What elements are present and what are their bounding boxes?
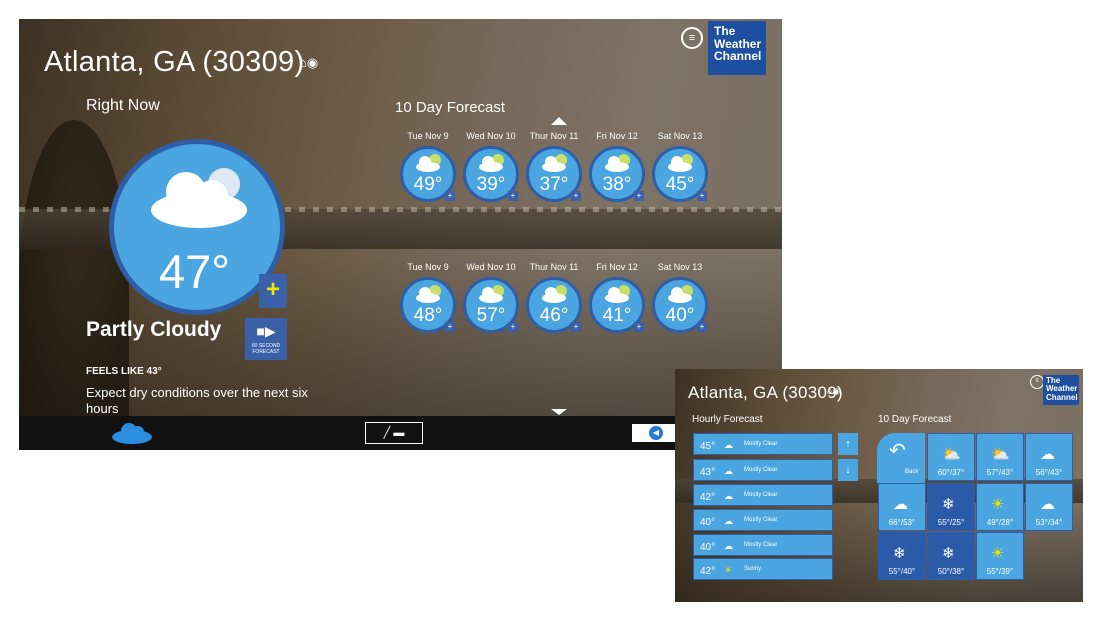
back-arrow-icon: ↶ xyxy=(889,440,906,462)
forecast-description: Expect dry conditions over the next six … xyxy=(86,385,308,416)
cloud-icon[interactable] xyxy=(111,420,153,444)
cloud-icon: ☁ xyxy=(724,466,733,476)
right-now-label: Right Now xyxy=(86,97,160,114)
forecast-day[interactable]: Tue Nov 9 48° + xyxy=(400,262,456,333)
cloud-icon: ☁ xyxy=(724,491,733,501)
plus-icon: + xyxy=(508,191,518,201)
plus-icon: + xyxy=(571,191,581,201)
plus-icon: + xyxy=(571,322,581,332)
plus-icon: + xyxy=(634,322,644,332)
ten-day-title: 10 Day Forecast xyxy=(395,99,506,116)
forecast-tile[interactable]: ☀ 55°/39° xyxy=(976,532,1024,580)
details-plus-button[interactable]: + xyxy=(259,274,287,308)
ten-day-title: 10 Day Forecast xyxy=(878,414,952,425)
snow-icon: ❄ xyxy=(942,545,955,562)
forecast-day[interactable]: Sat Nov 13 45° + xyxy=(652,131,708,202)
partly-cloudy-icon xyxy=(151,168,247,228)
location-title: Atlanta, GA (30309) xyxy=(44,46,305,78)
forecast-row-1: Tue Nov 9 49° + Wed Nov 10 39° + Thur Nov … xyxy=(400,131,708,202)
condition-label: Partly Cloudy xyxy=(86,318,222,341)
back-arrow-icon: ◀ xyxy=(649,426,663,440)
forecast-tile[interactable]: ☁ 53°/34° xyxy=(1025,483,1073,531)
partly-cloudy-icon xyxy=(605,285,630,303)
forecast-tile[interactable]: ☁ 56°/43° xyxy=(1025,433,1073,481)
plus-icon: + xyxy=(697,322,707,332)
forecast-tile[interactable]: ☀ 49°/28° xyxy=(976,483,1024,531)
video-forecast-button[interactable]: ■▶ 60 SECOND FORECAST xyxy=(245,318,287,360)
forecast-day[interactable]: Fri Nov 12 41° + xyxy=(589,262,645,333)
forecast-day[interactable]: Tue Nov 9 49° + xyxy=(400,131,456,202)
feels-like: FEELS LIKE 43° xyxy=(86,366,162,377)
forecast-tile[interactable]: ⛅ 60°/37° xyxy=(927,433,975,481)
snow-icon: ❄ xyxy=(942,496,955,513)
partly-cloudy-icon xyxy=(542,154,567,172)
hourly-forecast-title: Hourly Forecast xyxy=(692,414,763,425)
partly-cloudy-icon xyxy=(668,154,693,172)
plus-icon: + xyxy=(445,191,455,201)
plus-icon: + xyxy=(634,191,644,201)
home-pin-icon[interactable]: ⌂◉ xyxy=(827,386,840,397)
plus-icon: + xyxy=(697,191,707,201)
forecast-tile[interactable]: ☁ 66°/53° xyxy=(878,483,926,531)
back-tile[interactable]: ↶ Back xyxy=(877,433,925,483)
scroll-down-button[interactable]: ↓ xyxy=(838,459,858,481)
partly-cloudy-icon xyxy=(416,285,441,303)
forecast-tile[interactable]: ⛅ 57°/43° xyxy=(976,433,1024,481)
cloud-icon: ☁ xyxy=(724,541,733,551)
partly-cloudy-icon xyxy=(479,285,504,303)
forecast-tile[interactable]: ❄ 50°/38° xyxy=(927,532,975,580)
plus-icon: + xyxy=(445,322,455,332)
video-camera-icon: ■▶ xyxy=(256,323,276,339)
map-view-button[interactable]: ╱ ▬ xyxy=(365,422,423,444)
sun-icon: ☀ xyxy=(991,496,1005,513)
app-bar: ╱ ▬ ◀ xyxy=(19,416,782,450)
sun-cloud-icon: ⛅ xyxy=(991,446,1010,463)
hourly-row[interactable]: 45° ☁ Mostly Clear xyxy=(693,433,833,455)
cloud-icon: ☁ xyxy=(893,496,908,513)
forecast-day[interactable]: Fri Nov 12 38° + xyxy=(589,131,645,202)
forecast-day[interactable]: Sat Nov 13 40° + xyxy=(652,262,708,333)
sun-icon: ☀ xyxy=(991,545,1005,562)
scroll-up-arrow-icon[interactable] xyxy=(551,117,567,125)
sun-cloud-icon: ⛅ xyxy=(942,446,961,463)
cloud-icon: ☁ xyxy=(1040,446,1055,463)
cloud-icon: ☁ xyxy=(724,440,733,450)
forecast-day[interactable]: Thur Nov 11 46° + xyxy=(526,262,582,333)
forecast-tile[interactable]: ❄ 55°/25° xyxy=(927,483,975,531)
forecast-day[interactable]: Wed Nov 10 57° + xyxy=(463,262,519,333)
partly-cloudy-icon xyxy=(605,154,630,172)
partly-cloudy-icon xyxy=(479,154,504,172)
cloud-icon: ☁ xyxy=(724,516,733,526)
partly-cloudy-icon xyxy=(668,285,693,303)
sun-icon: ☀ xyxy=(724,565,733,575)
hourly-row[interactable]: 43° ☁ Mostly Clear xyxy=(693,459,833,481)
hourly-row[interactable]: 40° ☁ Mostly Clear xyxy=(693,534,833,556)
location-title: Atlanta, GA (30309) xyxy=(688,383,844,402)
forecast-day[interactable]: Thur Nov 11 37° + xyxy=(526,131,582,202)
forecast-row-2: Tue Nov 9 48° + Wed Nov 10 57° + Thur Nov … xyxy=(400,262,708,333)
scroll-down-arrow-icon[interactable] xyxy=(551,409,567,415)
current-temp: 47° xyxy=(159,245,231,298)
forecast-day[interactable]: Wed Nov 10 39° + xyxy=(463,131,519,202)
weather-channel-logo: The Weather Channel xyxy=(708,21,766,75)
hourly-row[interactable]: 40° ☁ Mostly Clear xyxy=(693,509,833,531)
home-pin-icon[interactable]: ⌂◉ xyxy=(299,55,318,71)
partly-cloudy-icon xyxy=(542,285,567,303)
weather-channel-logo: The Weather Channel xyxy=(1043,375,1079,405)
forecast-tile[interactable]: ❄ 55°/40° xyxy=(878,532,926,580)
plus-icon: + xyxy=(508,322,518,332)
menu-icon[interactable]: ≡ xyxy=(1030,375,1044,389)
menu-icon[interactable]: ≡ xyxy=(681,27,703,49)
hourly-row[interactable]: 42° ☀ Sunny xyxy=(693,558,833,580)
main-weather-screen: Atlanta, GA (30309) ⌂◉ ≡ The Weather Chann… xyxy=(19,19,782,450)
hourly-row[interactable]: 42° ☁ Mostly Clear xyxy=(693,484,833,506)
partly-cloudy-icon xyxy=(416,154,441,172)
scroll-up-button[interactable]: ↑ xyxy=(838,433,858,455)
cloud-icon: ☁ xyxy=(1040,496,1055,513)
secondary-weather-screen: Atlanta, GA (30309) ⌂◉ ≡ The Weather Chann… xyxy=(675,369,1083,602)
snow-icon: ❄ xyxy=(893,545,906,562)
